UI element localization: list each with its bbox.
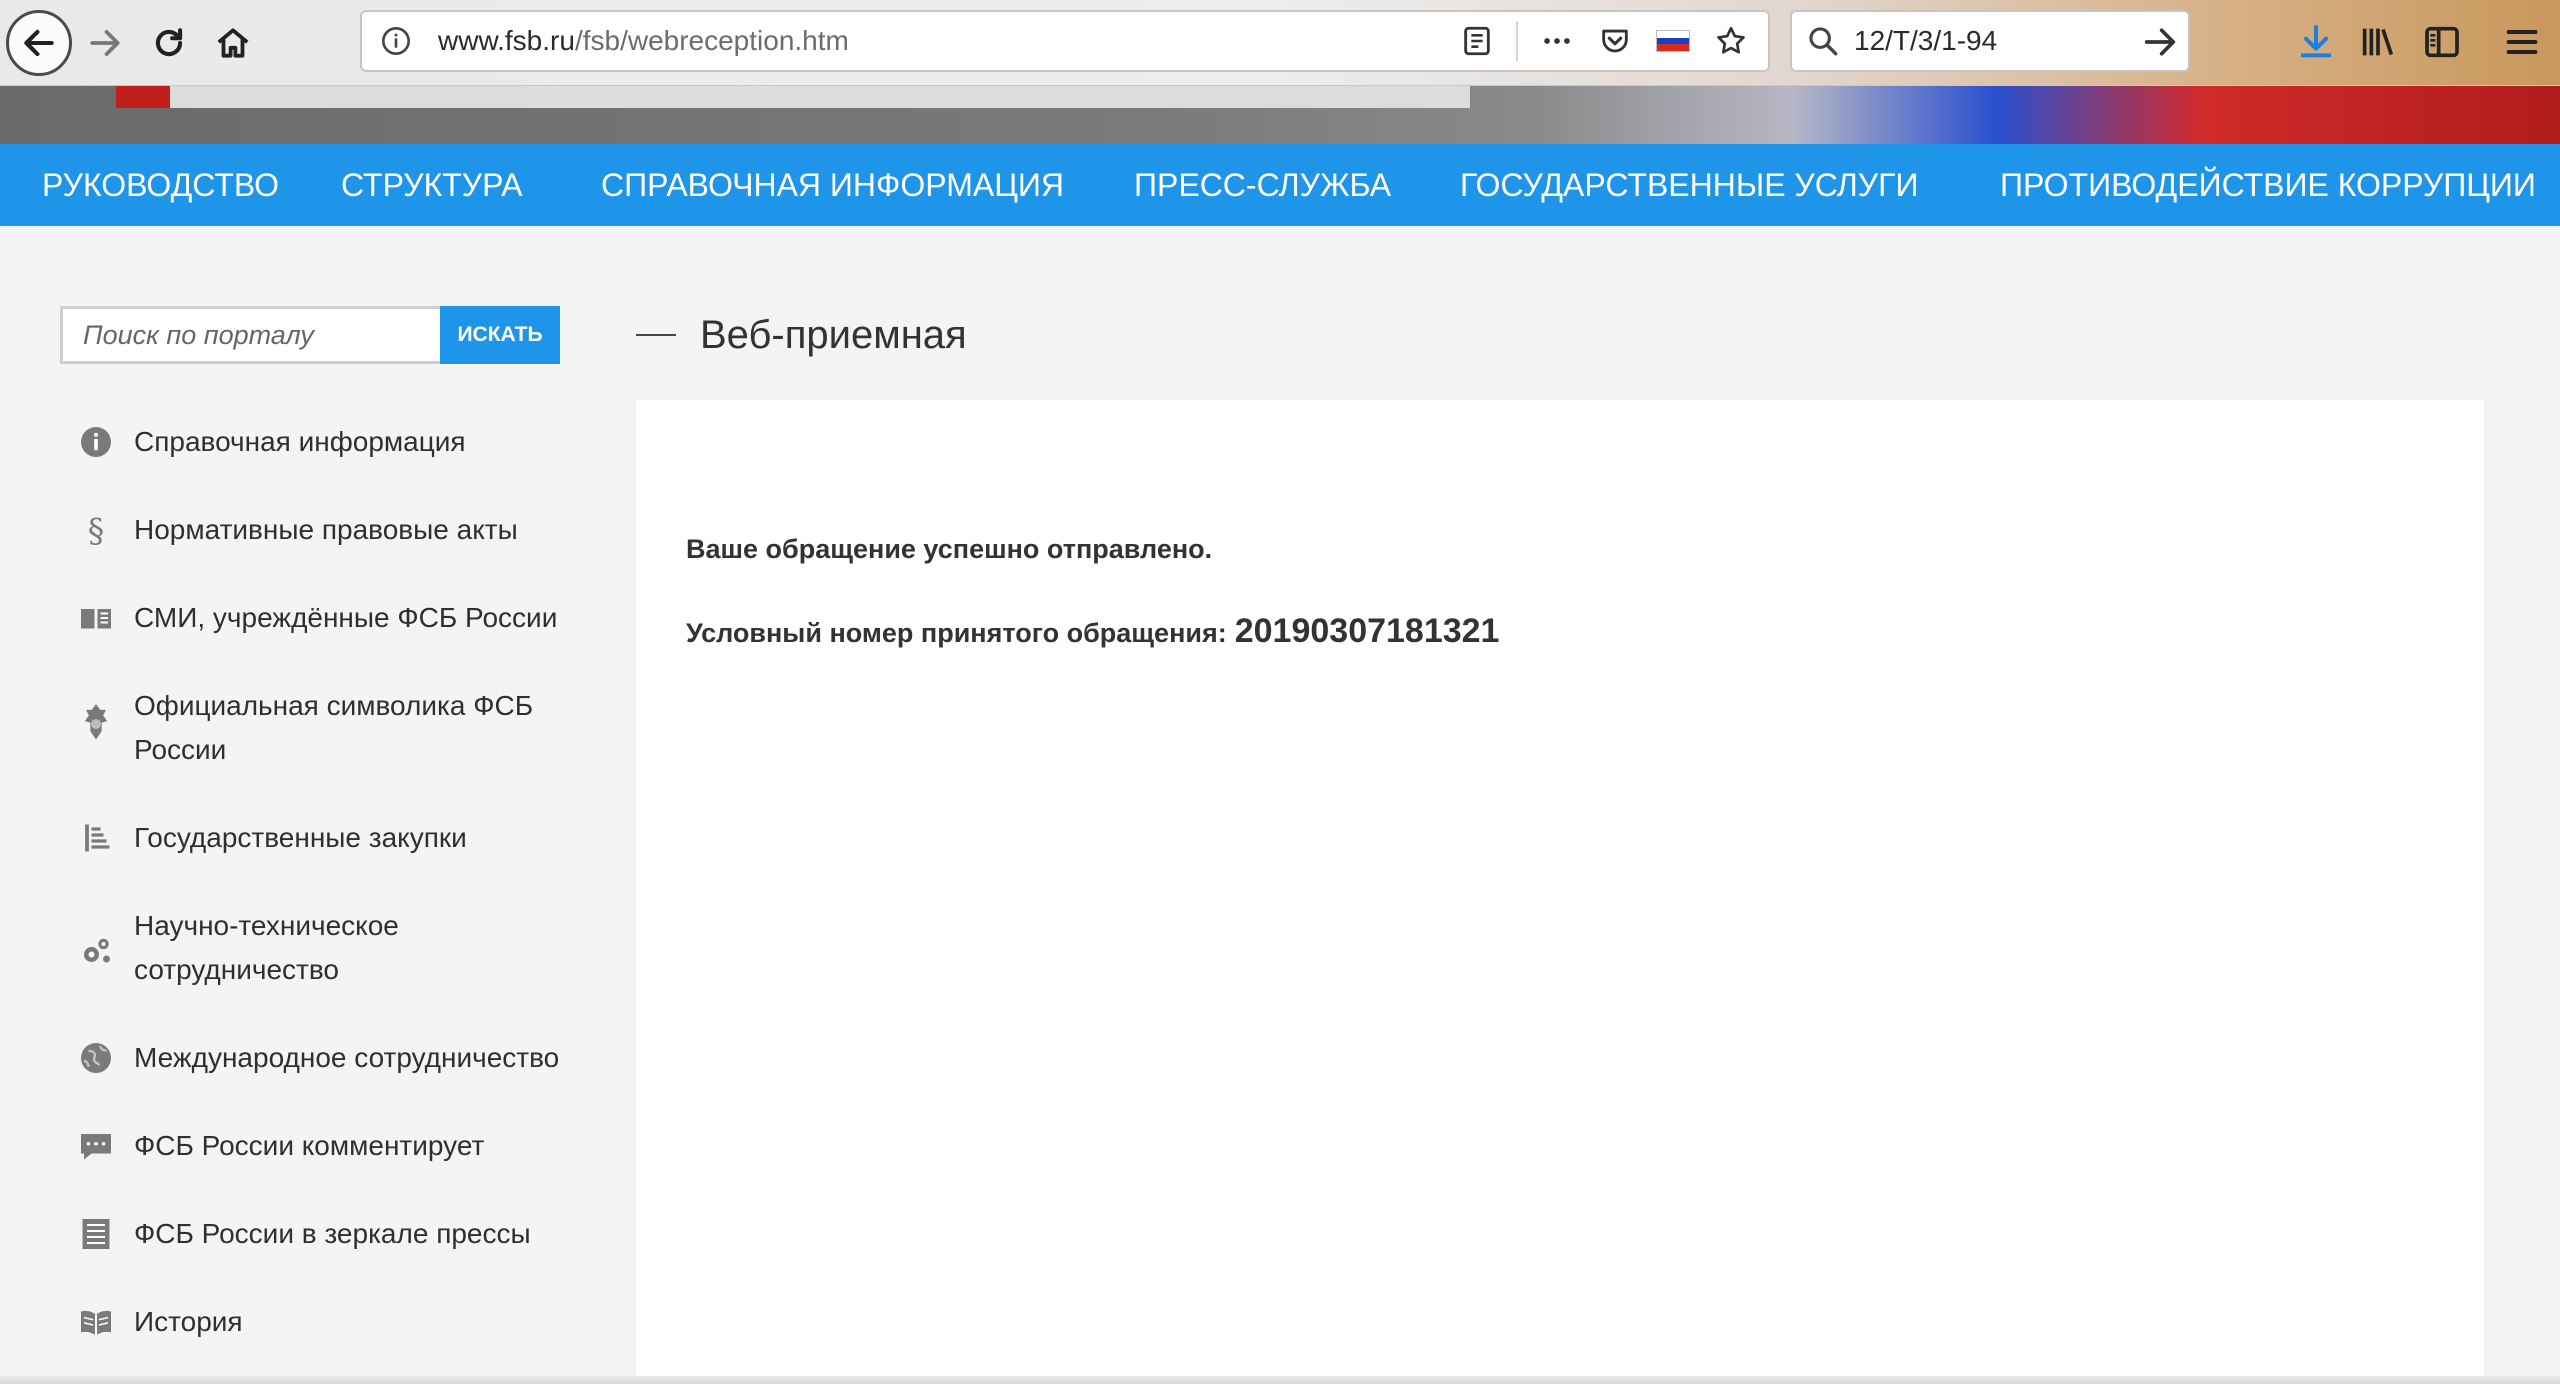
bookmark-star-button[interactable] xyxy=(1702,12,1760,70)
request-number-value: 20190307181321 xyxy=(1234,612,1500,650)
sidebar-item-label: Справочная информация xyxy=(134,426,466,457)
sidebar-item-scientific[interactable]: Научно-техническое сотрудничество xyxy=(76,904,576,994)
sidebar-item-procurement[interactable]: Государственные закупки xyxy=(76,816,576,860)
star-icon xyxy=(1717,26,1745,54)
title-dash xyxy=(636,334,676,336)
reload-button[interactable] xyxy=(136,10,202,76)
header-red-accent xyxy=(116,86,170,108)
sidebar-item-label: История xyxy=(134,1306,243,1337)
request-number-label: Условный номер принятого обращения: xyxy=(686,618,1227,648)
download-icon xyxy=(2300,25,2332,58)
portal-search-button[interactable]: Искать xyxy=(440,306,560,364)
sidebar-toggle-button[interactable] xyxy=(2414,14,2470,70)
url-separator xyxy=(1516,21,1518,61)
nav-item-reference-info[interactable]: Справочная информация xyxy=(601,144,1064,226)
reader-view-icon xyxy=(1464,26,1490,56)
browser-toolbar: www.fsb.ru/fsb/webreception.htm 12/T/3/1… xyxy=(0,0,2560,86)
sidebar-item-label: СМИ, учреждённые ФСБ России xyxy=(134,602,558,633)
forward-button[interactable] xyxy=(72,10,138,76)
sidebar-icon xyxy=(2425,26,2459,58)
russian-flag-icon xyxy=(1656,30,1690,52)
sidebar-item-legal-acts[interactable]: § Нормативные правовые акты xyxy=(76,508,576,552)
language-flag-button[interactable] xyxy=(1644,12,1702,70)
emblem-icon xyxy=(76,686,116,762)
downloads-button[interactable] xyxy=(2288,14,2344,70)
newspaper-icon xyxy=(76,1214,116,1254)
page-title-text: Веб-приемная xyxy=(700,312,967,357)
browser-search-value[interactable]: 12/T/3/1-94 xyxy=(1854,25,1997,57)
gears-icon xyxy=(76,906,116,994)
sidebar-item-media[interactable]: СМИ, учреждённые ФСБ России xyxy=(76,596,576,640)
pocket-icon xyxy=(1602,29,1628,53)
url-host: www.fsb.ru xyxy=(438,25,575,56)
info-icon[interactable] xyxy=(380,25,412,57)
library-icon xyxy=(2362,28,2394,56)
globe-icon xyxy=(76,1038,116,1078)
page-actions-button[interactable] xyxy=(1528,12,1586,70)
success-message: Ваше обращение успешно отправлено. xyxy=(686,534,1213,564)
forward-arrow-icon xyxy=(90,30,120,56)
ellipsis-icon xyxy=(1544,38,1570,44)
sidebar-item-comments[interactable]: ФСБ России комментирует xyxy=(76,1124,576,1168)
site-header-banner xyxy=(0,86,2560,144)
url-actions xyxy=(1448,12,1760,70)
header-light-band xyxy=(170,86,1470,108)
book-icon xyxy=(76,598,116,638)
sidebar-item-reference-info[interactable]: Справочная информация xyxy=(76,420,576,464)
back-arrow-icon xyxy=(24,29,54,57)
sidebar-item-label: Официальная символика ФСБ России xyxy=(134,690,534,765)
page-title: Веб-приемная xyxy=(636,306,967,364)
reload-icon xyxy=(155,28,183,57)
sidebar-item-label: Научно-техническое сотрудничество xyxy=(134,910,399,985)
nav-item-anti-corruption[interactable]: Противодействие коррупции xyxy=(2000,144,2536,226)
url-path: /fsb/webreception.htm xyxy=(574,25,849,56)
search-go-icon[interactable] xyxy=(2140,22,2180,62)
sidebar-item-label: ФСБ России комментирует xyxy=(134,1130,485,1161)
sidebar-item-history[interactable]: История xyxy=(76,1300,576,1344)
main-navigation: Руководство Структура Справочная информа… xyxy=(0,144,2560,226)
bottom-edge xyxy=(0,1376,2560,1384)
portal-search-input[interactable] xyxy=(60,306,440,364)
hamburger-icon xyxy=(2506,30,2538,54)
sidebar-item-label: ФСБ России в зеркале прессы xyxy=(134,1218,531,1249)
nav-item-public-services[interactable]: Государственные услуги xyxy=(1460,144,1918,226)
hamburger-menu-button[interactable] xyxy=(2494,14,2550,70)
sidebar-item-symbols[interactable]: Официальная символика ФСБ России xyxy=(76,684,576,772)
browser-search-bar[interactable]: 12/T/3/1-94 xyxy=(1790,10,2190,72)
nav-item-leadership[interactable]: Руководство xyxy=(42,144,279,226)
reader-view-button[interactable] xyxy=(1448,12,1506,70)
content-panel: Ваше обращение успешно отправлено. Услов… xyxy=(636,400,2484,1384)
list-icon xyxy=(76,818,116,858)
sidebar-item-press-mirror[interactable]: ФСБ России в зеркале прессы xyxy=(76,1212,576,1256)
nav-item-press-service[interactable]: Пресс-служба xyxy=(1134,144,1391,226)
sidebar-item-international[interactable]: Международное сотрудничество xyxy=(76,1036,576,1080)
sidebar-item-label: Государственные закупки xyxy=(134,822,467,853)
home-icon xyxy=(217,28,249,58)
back-button[interactable] xyxy=(6,10,72,76)
comment-icon xyxy=(76,1126,116,1166)
pocket-button[interactable] xyxy=(1586,12,1644,70)
svg-text:§: § xyxy=(88,512,105,548)
sidebar-item-label: Международное сотрудничество xyxy=(134,1042,560,1073)
request-number-line: Условный номер принятого обращения: 2019… xyxy=(686,612,1499,651)
search-icon xyxy=(1809,27,1838,56)
library-button[interactable] xyxy=(2350,14,2406,70)
home-button[interactable] xyxy=(200,10,266,76)
url-text[interactable]: www.fsb.ru/fsb/webreception.htm xyxy=(438,25,849,57)
info-icon xyxy=(76,422,116,462)
section-icon: § xyxy=(76,510,116,550)
nav-item-structure[interactable]: Структура xyxy=(341,144,523,226)
history-book-icon xyxy=(76,1302,116,1342)
sidebar-item-label: Нормативные правовые акты xyxy=(134,514,518,545)
url-bar[interactable]: www.fsb.ru/fsb/webreception.htm xyxy=(360,10,1770,72)
portal-search: Искать xyxy=(60,306,560,364)
